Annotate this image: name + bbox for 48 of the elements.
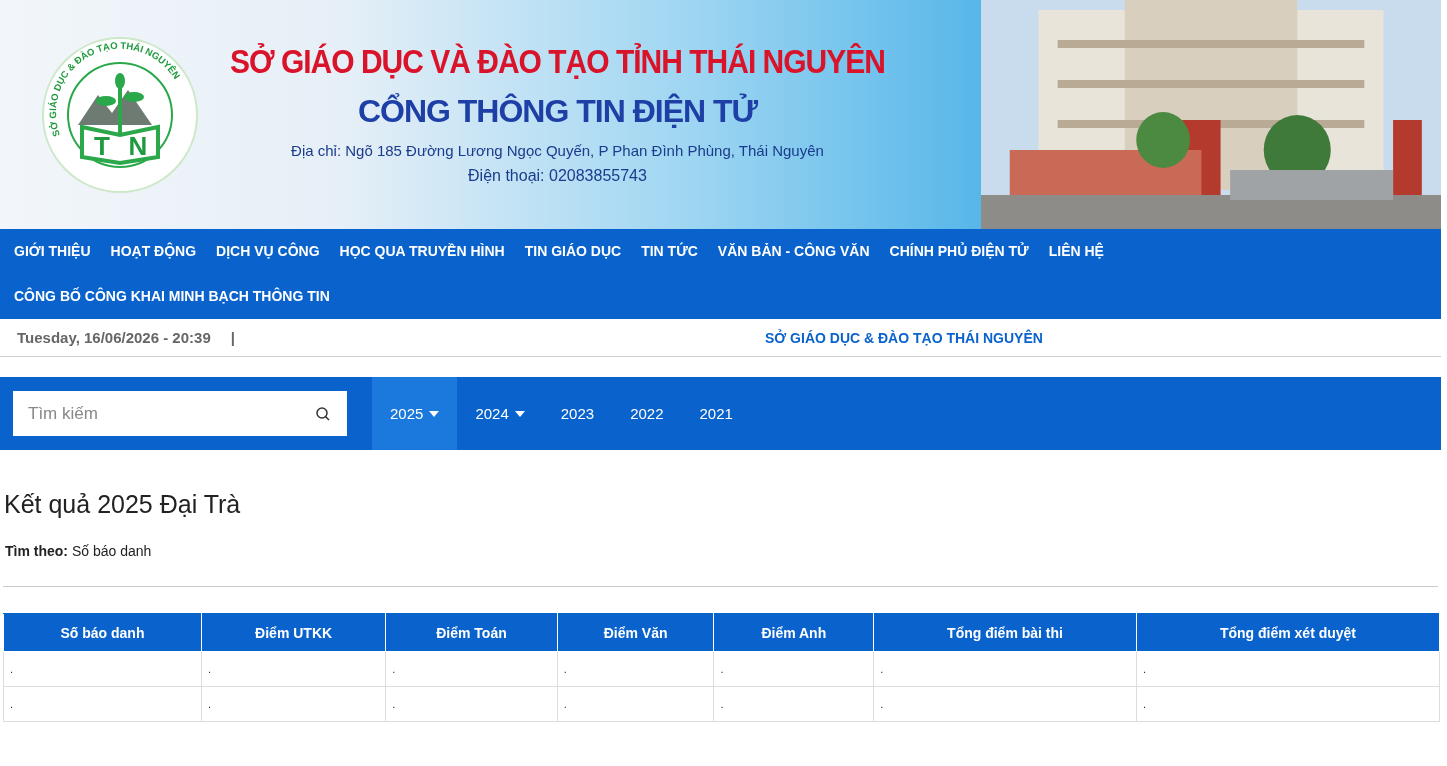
- year-tab[interactable]: 2024: [457, 377, 543, 450]
- table-cell: .: [201, 686, 386, 722]
- table-cell: .: [873, 651, 1137, 687]
- year-tab[interactable]: 2025: [372, 377, 458, 450]
- table-cell: .: [1136, 686, 1440, 722]
- column-header: Điểm Anh: [713, 613, 874, 652]
- year-tab[interactable]: 2022: [612, 377, 682, 450]
- date-time-text: Tuesday, 16/06/2026 - 20:39: [17, 329, 211, 346]
- table-cell: .: [201, 651, 386, 687]
- table-cell: .: [385, 651, 558, 687]
- nav-link[interactable]: TIN GIÁO DỤC: [514, 229, 632, 274]
- table-cell: .: [3, 651, 202, 687]
- table-cell: .: [873, 686, 1137, 722]
- nav-link[interactable]: HOẠT ĐỘNG: [100, 229, 207, 274]
- year-tab[interactable]: 2021: [681, 377, 751, 450]
- phone-text: Điện thoại: 02083855743: [468, 166, 647, 185]
- column-header: Điểm Văn: [557, 613, 714, 652]
- banner-title: SỞ GIÁO DỤC VÀ ĐÀO TẠO TỈNH THÁI NGUYÊN: [230, 42, 885, 81]
- address-text: Địa chỉ: Ngõ 185 Đường Lương Ngọc Quyến, P Phan Đình Phùng, Thái Nguyên: [291, 141, 824, 159]
- table-cell: .: [557, 651, 714, 687]
- page-heading: Kết quả 2025 Đại Trà: [4, 490, 242, 519]
- nav-link[interactable]: HỌC QUA TRUYỀN HÌNH: [329, 229, 515, 274]
- column-header: Điểm Toán: [385, 613, 558, 652]
- search-field[interactable]: Tìm kiếm: [13, 391, 347, 436]
- nav-link[interactable]: DỊCH VỤ CÔNG: [206, 229, 330, 274]
- column-header: Tổng điểm xét duyệt: [1136, 613, 1440, 652]
- org-name-text: SỞ GIÁO DỤC & ĐÀO TẠO THÁI NGUYÊN: [764, 329, 1043, 346]
- column-header: Điểm UTKK: [201, 613, 386, 652]
- table-cell: .: [385, 686, 558, 722]
- nav-link[interactable]: CÔNG BỐ CÔNG KHAI MINH BẠCH THÔNG TIN: [4, 274, 340, 319]
- filter-label: Tìm theo:: [5, 543, 68, 559]
- column-header: Số báo danh: [3, 613, 202, 652]
- search-icon: [315, 406, 331, 422]
- column-header: Tổng điểm bài thi: [873, 613, 1137, 652]
- table-cell: .: [713, 651, 874, 687]
- nav-link[interactable]: TIN TỨC: [631, 229, 708, 274]
- nav-link[interactable]: LIÊN HỆ: [1038, 229, 1114, 274]
- table-cell: .: [713, 686, 874, 722]
- table-cell: .: [1136, 651, 1440, 687]
- year-tab[interactable]: 2023: [542, 377, 613, 450]
- filter-value: Số báo danh: [71, 543, 152, 559]
- banner-subtitle: CỔNG THÔNG TIN ĐIỆN TỬ: [357, 92, 758, 130]
- nav-link[interactable]: VĂN BẢN - CÔNG VĂN: [707, 229, 880, 274]
- nav-link[interactable]: CHÍNH PHỦ ĐIỆN TỬ: [879, 229, 1039, 274]
- table-cell: .: [3, 686, 202, 722]
- nav-link[interactable]: GIỚI THIỆU: [4, 229, 101, 274]
- table-cell: .: [557, 686, 714, 722]
- separator-text: |: [230, 329, 235, 346]
